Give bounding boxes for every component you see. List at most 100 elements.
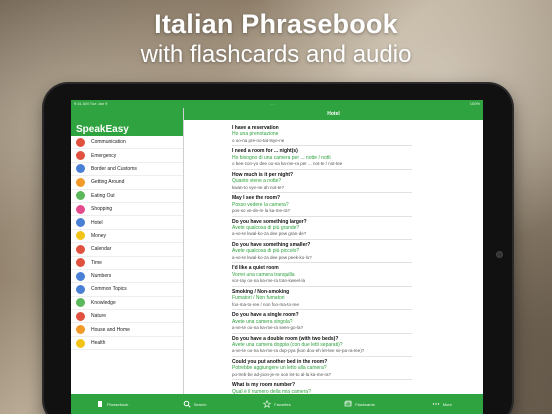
category-sidebar: SpeakEasy Communication Emergency Border a… xyxy=(71,108,184,414)
phrase-row[interactable]: Do you have something smaller? Avete qual… xyxy=(232,240,412,264)
sidebar-item-house-and-home[interactable]: House and Home xyxy=(71,323,183,337)
section-title: Hotel xyxy=(184,108,483,120)
tab-label: Flashcards xyxy=(355,401,375,407)
phrase-row[interactable]: Do you have something larger? Avete qualc… xyxy=(232,217,412,240)
sidebar-item-label: Eating Out xyxy=(91,192,115,199)
phrase-list: I have a reservation Ho una prenotazione o… xyxy=(184,120,483,404)
tab-bar: Phrasebook Search Favorites Flashcards More xyxy=(71,394,483,414)
more-icon xyxy=(432,400,440,409)
category-icon xyxy=(76,191,85,201)
phrase-row[interactable]: May I see the room? Posso vedere la camer… xyxy=(232,193,412,217)
phrase-pronunciation: a-ve-te kwal-ko-za dee pew gran-de? xyxy=(232,231,307,237)
phrase-row[interactable]: Smoking / Non-smoking Fumatori / Non fuma… xyxy=(232,287,412,311)
phrase-pronunciation: po-treb-be ad-joon-je-re oon let-to al-l… xyxy=(232,371,332,377)
tab-flashcards[interactable]: Flashcards xyxy=(318,400,400,409)
category-icon xyxy=(76,218,85,228)
phrase-pronunciation: foo-ma-to-ree / non foo-ma-to-ree xyxy=(232,301,300,307)
sidebar-item-label: Nature xyxy=(91,313,107,320)
sidebar-item-label: Border and Customs xyxy=(91,165,137,172)
sidebar-item-label: Money xyxy=(91,232,107,239)
sidebar-item-shopping[interactable]: Shopping xyxy=(71,203,183,217)
phrase-pronunciation: pos-so ve-de-re la ka-me-ra? xyxy=(232,207,291,213)
status-battery: 100% xyxy=(469,101,480,106)
phrase-pronunciation: o oo-na pre-no-tat-tsye-ne xyxy=(232,137,285,143)
tab-phrasebook[interactable]: Phrasebook xyxy=(71,400,153,409)
sidebar-item-label: Time xyxy=(91,259,102,266)
category-icon xyxy=(76,284,85,294)
phrase-pronunciation: a-ve-te oo-na ka-me-ra seen-go-la? xyxy=(232,324,304,330)
phrase-row[interactable]: Do you have a double room (with two beds… xyxy=(232,334,412,357)
phrase-panel: Hotel I have a reservation Ho una prenota… xyxy=(184,108,483,414)
book-icon xyxy=(96,400,104,409)
promo-headline: Italian Phrasebook with flashcards and a… xyxy=(0,8,552,70)
app-title: SpeakEasy xyxy=(76,124,129,135)
category-icon xyxy=(76,271,85,281)
sidebar-header: SpeakEasy xyxy=(71,108,183,136)
tab-label: Phrasebook xyxy=(107,401,129,407)
sidebar-item-label: Hotel xyxy=(91,219,103,226)
sidebar-item-label: Knowledge xyxy=(91,299,116,306)
category-icon xyxy=(76,325,85,335)
status-time: 9:41 AM Tue Jan 9 xyxy=(74,101,108,106)
sidebar-item-label: Common Topics xyxy=(91,286,127,293)
cards-icon xyxy=(344,400,352,409)
category-icon xyxy=(76,231,85,241)
phrase-pronunciation: kwan-to vye-ne ah not-te? xyxy=(232,184,285,190)
category-icon xyxy=(76,204,85,214)
tablet-camera xyxy=(497,252,502,257)
sidebar-item-getting-around[interactable]: Getting Around xyxy=(71,176,183,190)
tab-label: Search xyxy=(193,401,207,407)
category-icon xyxy=(76,164,85,174)
sidebar-item-label: Getting Around xyxy=(91,179,125,186)
sidebar-item-common-topics[interactable]: Common Topics xyxy=(71,283,183,297)
sidebar-item-hotel[interactable]: Hotel xyxy=(71,216,183,230)
sidebar-item-label: Calendar xyxy=(91,246,112,253)
phrase-pronunciation: a-ve-te kwal-ko-za dee pew peek-ko-lo? xyxy=(232,254,312,260)
category-list: Communication Emergency Border and Customs… xyxy=(71,136,183,351)
sidebar-item-label: Health xyxy=(91,340,106,347)
star-icon xyxy=(262,399,272,409)
phrase-row[interactable]: Do you have a single room? Avete una came… xyxy=(232,310,412,334)
sidebar-item-communication[interactable]: Communication xyxy=(71,136,183,150)
sidebar-item-label: Shopping xyxy=(91,206,113,213)
phrase-row[interactable]: I have a reservation Ho una prenotazione o… xyxy=(232,123,412,147)
phrase-row[interactable]: I'd like a quiet room Vorrei una camera t… xyxy=(232,263,412,287)
category-icon xyxy=(76,298,85,308)
tab-label: Favorites xyxy=(274,401,291,407)
tab-more[interactable]: More xyxy=(401,400,483,409)
sidebar-item-time[interactable]: Time xyxy=(71,257,183,270)
sidebar-item-border-and-customs[interactable]: Border and Customs xyxy=(71,163,183,177)
sidebar-item-health[interactable]: Health xyxy=(71,337,183,351)
sidebar-item-label: Numbers xyxy=(91,273,112,280)
sidebar-item-numbers[interactable]: Numbers xyxy=(71,270,183,284)
sidebar-item-knowledge[interactable]: Knowledge xyxy=(71,297,183,311)
phrase-pronunciation: o bee-zon-yo dee oo-na ka-me-ra per ... … xyxy=(232,161,343,167)
sidebar-item-eating-out[interactable]: Eating Out xyxy=(71,190,183,203)
phrase-row[interactable]: I need a room for ... night(s) Ho bisogno… xyxy=(232,146,412,170)
sidebar-item-label: House and Home xyxy=(91,326,130,333)
tab-favorites[interactable]: Favorites xyxy=(236,399,318,409)
phrase-row[interactable]: How much is it per night? Quanto viene a … xyxy=(232,170,412,194)
sidebar-item-money[interactable]: Money xyxy=(71,230,183,244)
sidebar-item-nature[interactable]: Nature xyxy=(71,310,183,324)
status-bar: 9:41 AM Tue Jan 9 ... 100% xyxy=(71,100,483,108)
headline-subtitle: with flashcards and audio xyxy=(140,41,412,68)
phrase-row[interactable]: Could you put another bed in the room? Po… xyxy=(232,357,412,381)
phrase-pronunciation: vor-ray oo-na ka-me-ra tran-kweel-la xyxy=(232,278,306,284)
category-icon xyxy=(76,338,85,348)
sidebar-item-emergency[interactable]: Emergency xyxy=(71,149,183,163)
category-icon xyxy=(76,151,85,161)
category-icon xyxy=(76,258,85,268)
category-icon xyxy=(76,177,85,187)
tab-label: More xyxy=(442,401,452,407)
search-icon xyxy=(183,400,191,409)
headline-title: Italian Phrasebook xyxy=(154,9,398,39)
status-dots: ... xyxy=(271,101,278,106)
category-icon xyxy=(76,137,85,147)
app-screen: 9:41 AM Tue Jan 9 ... 100% SpeakEasy Com… xyxy=(71,100,483,414)
phrase-pronunciation: a-ve-te oo-na ka-me-ra dop-pya (kon doo-… xyxy=(232,348,365,354)
sidebar-item-label: Emergency xyxy=(91,152,117,159)
tab-search[interactable]: Search xyxy=(153,400,235,409)
sidebar-item-calendar[interactable]: Calendar xyxy=(71,243,183,257)
category-icon xyxy=(76,311,85,321)
